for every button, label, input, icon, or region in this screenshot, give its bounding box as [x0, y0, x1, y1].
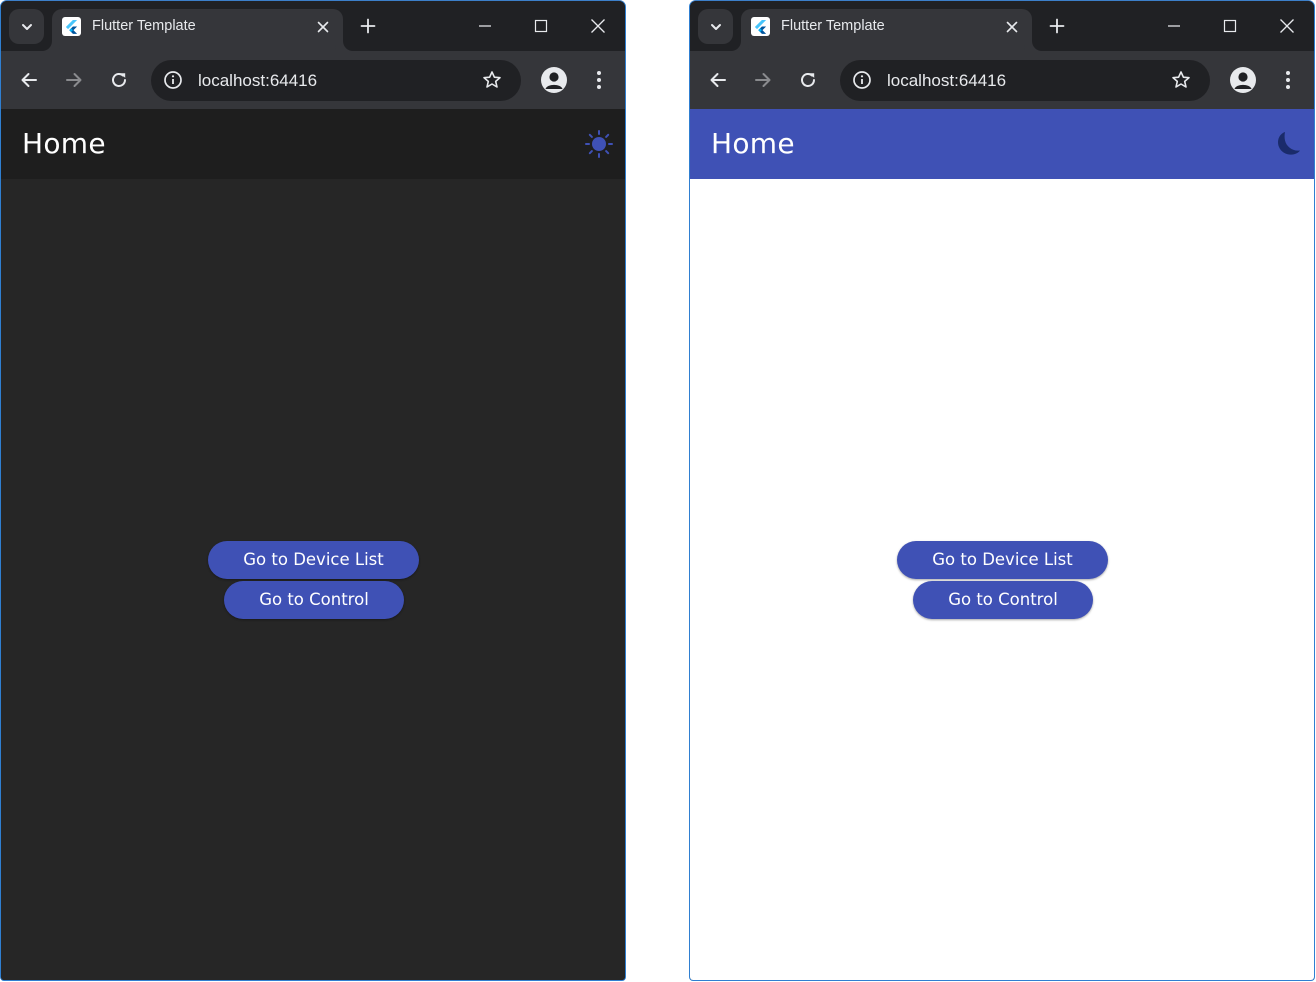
sun-icon: [585, 130, 613, 158]
tab-strip: Flutter Template: [690, 1, 1314, 51]
new-tab-button[interactable]: [357, 15, 379, 37]
browser-window-light: Flutter Template localhost:64416 Home Go…: [689, 0, 1315, 981]
browser-menu-button[interactable]: [1277, 68, 1299, 92]
tab-strip: Flutter Template: [1, 1, 625, 51]
browser-window-dark: Flutter Template localhost:64416 Home Go…: [0, 0, 626, 981]
theme-toggle-button[interactable]: [583, 128, 615, 160]
reload-icon: [801, 73, 815, 87]
close-icon: [1280, 19, 1294, 33]
browser-tab[interactable]: Flutter Template: [52, 9, 343, 51]
tab-close-button[interactable]: [314, 18, 331, 35]
app-bar: Home: [690, 109, 1314, 179]
minimize-icon: [479, 25, 491, 27]
flutter-logo-icon: [62, 17, 81, 36]
go-to-control-button[interactable]: Go to Control: [224, 581, 404, 619]
page-viewport: Home Go to Device List Go to Control: [690, 109, 1314, 980]
window-close-button[interactable]: [1275, 14, 1299, 38]
home-body: Go to Device List Go to Control: [690, 179, 1314, 980]
app-bar: Home: [1, 109, 625, 179]
maximize-icon: [1223, 19, 1237, 33]
url-text: localhost:64416: [887, 71, 1007, 90]
address-bar[interactable]: localhost:64416: [840, 60, 1210, 101]
home-body: Go to Device List Go to Control: [1, 179, 625, 980]
close-icon: [317, 21, 328, 32]
tab-search-button[interactable]: [9, 9, 44, 44]
browser-tab[interactable]: Flutter Template: [741, 9, 1032, 51]
url-text: localhost:64416: [198, 71, 318, 90]
back-button[interactable]: [17, 68, 41, 92]
reload-icon: [112, 73, 126, 87]
arrow-right-icon: [755, 73, 771, 87]
kebab-menu-icon: [1286, 71, 1290, 89]
minimize-icon: [1168, 25, 1180, 27]
profile-avatar-icon[interactable]: [1230, 67, 1256, 93]
maximize-icon: [534, 19, 548, 33]
go-to-device-list-button[interactable]: Go to Device List: [208, 541, 419, 579]
minimize-button[interactable]: [1162, 14, 1186, 38]
theme-toggle-button[interactable]: [1272, 128, 1304, 160]
arrow-left-icon: [710, 73, 726, 87]
site-info-icon[interactable]: [163, 70, 183, 90]
tab-title: Flutter Template: [781, 18, 885, 34]
minimize-button[interactable]: [473, 14, 497, 38]
bookmark-star-icon[interactable]: [1170, 69, 1192, 91]
browser-toolbar: localhost:64416: [690, 51, 1314, 109]
plus-icon: [360, 18, 376, 34]
maximize-button[interactable]: [1218, 14, 1242, 38]
reload-button[interactable]: [107, 68, 131, 92]
tab-title: Flutter Template: [92, 18, 196, 34]
maximize-button[interactable]: [529, 14, 553, 38]
close-icon: [591, 19, 605, 33]
moon-icon: [1278, 132, 1300, 155]
arrow-left-icon: [21, 73, 37, 87]
kebab-menu-icon: [597, 71, 601, 89]
chevron-down-icon: [21, 23, 32, 30]
chevron-down-icon: [710, 23, 721, 30]
forward-button[interactable]: [62, 68, 86, 92]
flutter-logo-icon: [751, 17, 770, 36]
page-title: Home: [711, 127, 795, 160]
address-bar[interactable]: localhost:64416: [151, 60, 521, 101]
tab-search-button[interactable]: [698, 9, 733, 44]
forward-button[interactable]: [751, 68, 775, 92]
arrow-right-icon: [66, 73, 82, 87]
bookmark-star-icon[interactable]: [481, 69, 503, 91]
browser-menu-button[interactable]: [588, 68, 610, 92]
browser-toolbar: localhost:64416: [1, 51, 625, 109]
site-info-icon[interactable]: [852, 70, 872, 90]
page-title: Home: [22, 127, 106, 160]
tab-close-button[interactable]: [1003, 18, 1020, 35]
go-to-control-button[interactable]: Go to Control: [913, 581, 1093, 619]
new-tab-button[interactable]: [1046, 15, 1068, 37]
plus-icon: [1049, 18, 1065, 34]
close-icon: [1006, 21, 1017, 32]
window-close-button[interactable]: [586, 14, 610, 38]
profile-avatar-icon[interactable]: [541, 67, 567, 93]
page-viewport: Home Go to Device List Go to Control: [1, 109, 625, 980]
reload-button[interactable]: [796, 68, 820, 92]
go-to-device-list-button[interactable]: Go to Device List: [897, 541, 1108, 579]
back-button[interactable]: [706, 68, 730, 92]
